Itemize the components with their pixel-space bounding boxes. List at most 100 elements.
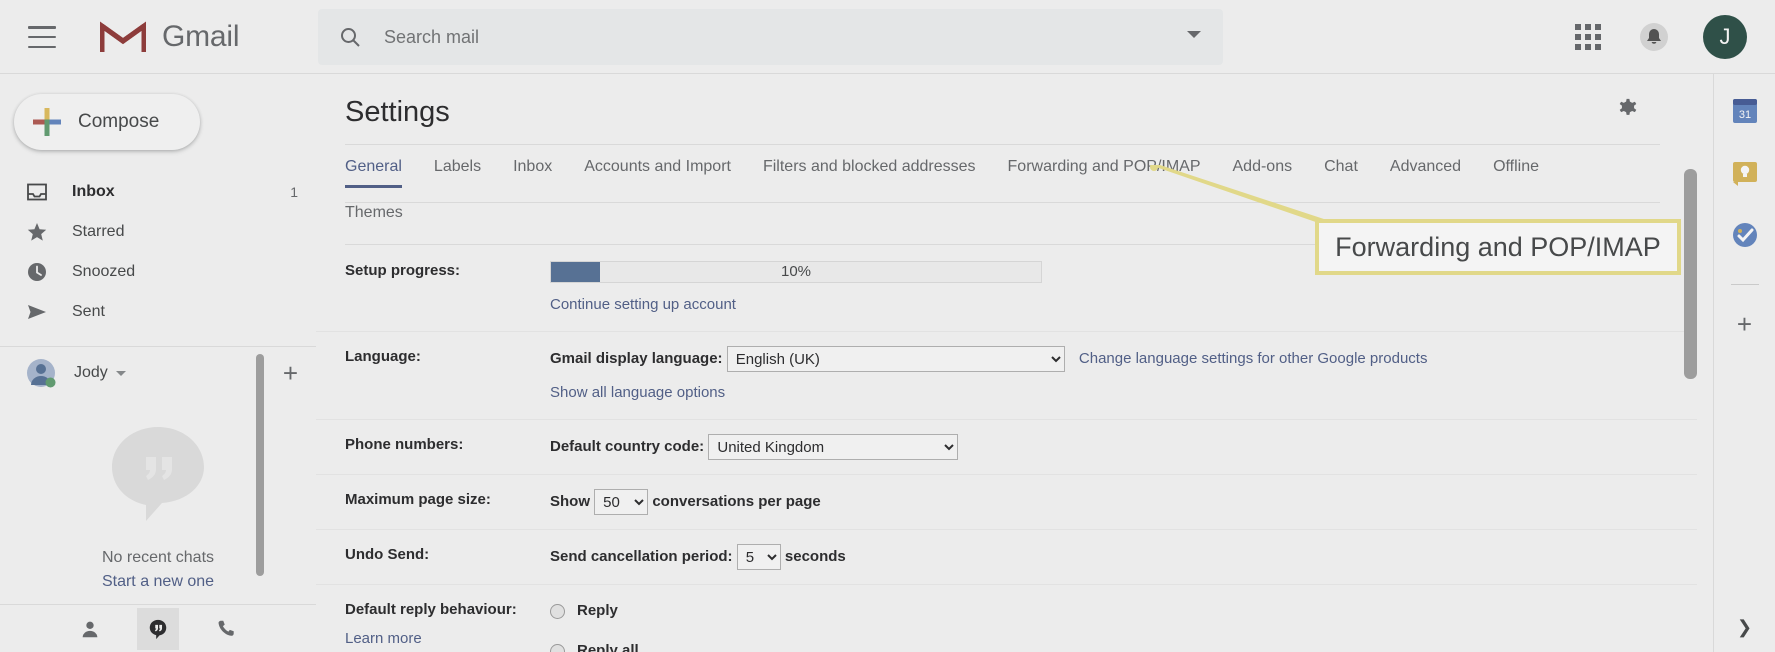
clock-icon <box>26 261 48 283</box>
learn-more-link[interactable]: Learn more <box>345 628 550 650</box>
plus-icon <box>33 108 61 136</box>
apps-grid-icon[interactable] <box>1575 24 1601 50</box>
tabs-divider <box>345 202 1660 203</box>
language-label: Language: <box>345 348 421 365</box>
compose-button[interactable]: Compose <box>14 94 200 150</box>
change-language-settings-link[interactable]: Change language settings for other Googl… <box>1079 350 1428 367</box>
nav-list: Inbox 1 Starred Snoozed Sent <box>0 172 316 332</box>
tab-offline[interactable]: Offline <box>1493 158 1539 188</box>
page-size-prefix: Show <box>550 492 590 510</box>
sidebar-item-label: Starred <box>72 223 125 240</box>
tab-add-ons[interactable]: Add-ons <box>1233 158 1293 188</box>
row-maximum-page-size: Maximum page size: Show 50 conversations… <box>316 475 1697 530</box>
avatar-initial: J <box>1719 24 1731 49</box>
sidebar-item-starred[interactable]: Starred <box>0 212 316 252</box>
callout-annotation-text: Forwarding and POP/IMAP <box>1335 231 1661 262</box>
star-icon <box>26 221 48 243</box>
chat-empty-title: No recent chats <box>101 549 215 566</box>
sidebar-item-label: Inbox <box>72 183 115 200</box>
title-divider <box>345 144 1660 145</box>
setup-progress-bar: 10% <box>550 261 1042 284</box>
bell-icon[interactable] <box>1639 22 1669 52</box>
keep-icon[interactable] <box>1732 160 1758 186</box>
main-menu-icon[interactable] <box>28 26 56 48</box>
display-language-select[interactable]: English (UK) <box>726 346 1065 372</box>
tab-forwarding-and-pop-imap[interactable]: Forwarding and POP/IMAP <box>1008 158 1201 188</box>
country-code-field-label: Default country code: <box>550 437 705 455</box>
tab-labels[interactable]: Labels <box>434 158 481 188</box>
reply-all-radio-label: Reply all <box>577 642 639 652</box>
maximum-page-size-value: Show 50 conversations per page <box>550 489 1697 515</box>
maximum-page-size-label: Maximum page size: <box>345 491 491 508</box>
search-input[interactable] <box>382 22 1122 52</box>
tasks-icon[interactable] <box>1732 222 1758 248</box>
default-reply-label-text: Default reply behaviour: <box>345 601 517 618</box>
chat-user-name: Jody <box>74 364 108 381</box>
inbox-icon <box>26 181 48 203</box>
chat-start-new-link[interactable]: Start a new one <box>102 573 214 591</box>
settings-tabs: General Labels Inbox Accounts and Import… <box>345 158 1675 188</box>
gear-icon[interactable] <box>1615 94 1641 120</box>
add-app-plus-icon[interactable]: + <box>1737 311 1752 337</box>
sidebar-item-inbox[interactable]: Inbox 1 <box>0 172 316 212</box>
continue-setup-link[interactable]: Continue setting up account <box>550 293 1697 317</box>
default-reply-value: Reply Reply all <box>550 599 1697 652</box>
tab-themes[interactable]: Themes <box>345 204 403 222</box>
default-reply-label: Default reply behaviour: Learn more <box>316 599 550 652</box>
page-title: Settings <box>345 96 450 128</box>
row-undo-send: Undo Send: Send cancellation period: 5 s… <box>316 530 1697 585</box>
country-code-select[interactable]: United Kingdom <box>708 434 959 460</box>
cancellation-period-select[interactable]: 5 <box>736 544 781 570</box>
chat-status-chevron-down-icon[interactable] <box>115 370 126 376</box>
chat-footer-tabs <box>0 604 316 652</box>
tab-filters-and-blocked-addresses[interactable]: Filters and blocked addresses <box>763 158 976 188</box>
avatar[interactable]: J <box>1703 15 1747 59</box>
gmail-settings-screen: Gmail J <box>0 0 1775 652</box>
expand-panel-chevron-right-icon[interactable]: ❯ <box>1737 617 1752 638</box>
chat-add-plus-icon[interactable]: + <box>283 360 298 386</box>
tab-accounts-and-import[interactable]: Accounts and Import <box>584 158 731 188</box>
reply-radio-label: Reply <box>577 602 618 619</box>
calendar-icon[interactable]: 31 <box>1732 98 1758 124</box>
right-side-panel: 31 + ❯ <box>1713 74 1775 652</box>
hangouts-icon <box>112 427 204 521</box>
undo-send-label: Undo Send: <box>345 546 430 563</box>
cancellation-period-prefix: Send cancellation period: <box>550 547 733 565</box>
show-all-language-options-link[interactable]: Show all language options <box>550 381 1697 405</box>
undo-send-value: Send cancellation period: 5 seconds <box>550 544 1697 570</box>
phone-icon[interactable] <box>205 608 247 650</box>
gmail-logo[interactable]: Gmail <box>100 20 240 54</box>
gmail-m-icon <box>100 21 146 52</box>
settings-rows: Setup progress: 10% Continue setting up … <box>316 246 1697 652</box>
tab-inbox[interactable]: Inbox <box>513 158 552 188</box>
reply-option-row[interactable]: Reply <box>550 599 1697 623</box>
sidebar-item-label: Snoozed <box>72 263 136 280</box>
settings-scrollbar[interactable] <box>1684 169 1697 379</box>
chat-scrollbar[interactable] <box>256 354 264 576</box>
tab-general[interactable]: General <box>345 158 402 188</box>
sidebar-item-sent[interactable]: Sent <box>0 292 316 332</box>
search-icon <box>341 28 360 47</box>
tab-advanced[interactable]: Advanced <box>1390 158 1461 188</box>
calendar-day-number: 31 <box>1738 109 1750 121</box>
sidebar-item-count: 1 <box>290 184 298 200</box>
reply-all-option-row[interactable]: Reply all <box>550 639 1697 652</box>
search-bar[interactable] <box>318 9 1223 65</box>
tab-chat[interactable]: Chat <box>1324 158 1358 188</box>
reply-radio[interactable] <box>550 603 565 619</box>
phone-numbers-label: Phone numbers: <box>345 436 464 453</box>
setup-progress-label: Setup progress: <box>345 262 461 279</box>
top-bar: Gmail J <box>0 0 1775 74</box>
contacts-icon[interactable] <box>69 608 111 650</box>
display-language-field-label: Gmail display language: <box>550 349 723 367</box>
reply-all-radio[interactable] <box>550 643 565 652</box>
send-icon <box>26 301 48 323</box>
sidebar-item-snoozed[interactable]: Snoozed <box>0 252 316 292</box>
left-sidebar: Compose Inbox 1 Starred Snoozed Sent Jod… <box>0 74 316 652</box>
cancellation-period-suffix: seconds <box>784 547 846 565</box>
phone-numbers-value: Default country code: United Kingdom <box>550 434 1697 460</box>
hangouts-icon[interactable] <box>137 607 179 650</box>
search-options-chevron-down-icon[interactable] <box>1187 31 1201 38</box>
page-size-select[interactable]: 50 <box>594 489 649 515</box>
chat-avatar[interactable] <box>26 358 56 388</box>
